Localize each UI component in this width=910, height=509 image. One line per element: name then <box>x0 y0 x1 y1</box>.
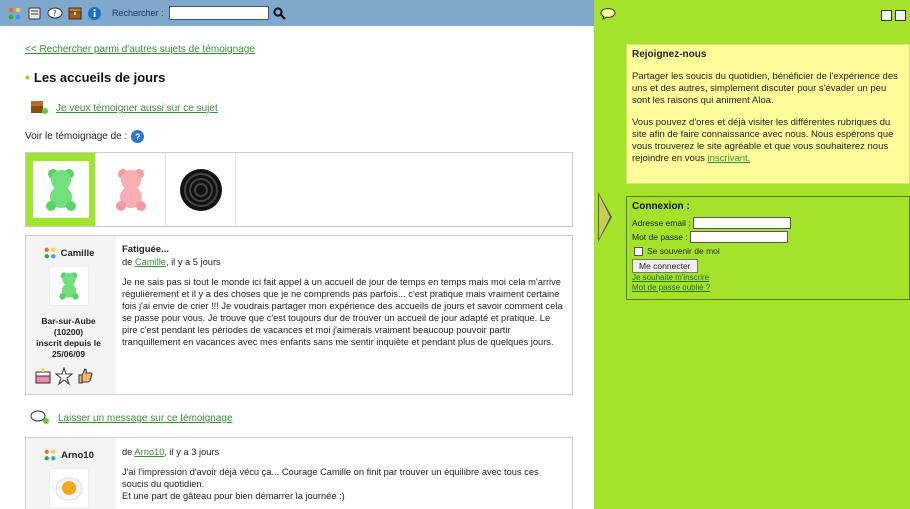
meta-time: , il y a 3 jours <box>164 447 220 457</box>
password-label: Mot de passe : <box>632 232 688 242</box>
meta-prefix: de <box>122 257 133 267</box>
bullet-icon: • <box>25 69 30 85</box>
fried-egg-icon <box>55 477 82 501</box>
testimony-picker <box>25 152 573 227</box>
magnifier-icon[interactable] <box>273 6 287 20</box>
avatar <box>48 468 89 508</box>
leave-message-row: Laisser un message sur ce témoignage <box>30 410 233 427</box>
login-title: Connexion : <box>632 201 690 212</box>
help-icon[interactable]: ? <box>131 130 145 143</box>
card-body: Fatiguée... de Camille, il y a 5 jours J… <box>116 236 572 394</box>
window-controls <box>881 10 906 21</box>
reply-card: Arno10 de Arno10, il y a 3 jours J'ai l'… <box>25 437 573 509</box>
collapse-arrow-icon[interactable] <box>598 192 612 242</box>
card-actions <box>34 366 94 388</box>
picker-green-bear[interactable] <box>26 153 96 226</box>
thumbs-up-icon[interactable] <box>76 367 94 388</box>
join-title: Rejoignez-nous <box>632 49 707 60</box>
card-author-panel: Arno10 <box>26 438 111 509</box>
chat-question-icon[interactable]: ? <box>46 5 63 22</box>
author-name-text: Arno10 <box>61 449 94 461</box>
picker-licorice[interactable] <box>166 153 236 226</box>
voir-label: Voir le témoignage de : <box>25 131 128 142</box>
join-panel: Rejoignez-nous Partager les soucis du qu… <box>626 44 910 184</box>
author-name-text: Camille <box>60 247 95 259</box>
join-paragraph-1: Partager les soucis du quotidien, bénéfi… <box>632 71 898 106</box>
cake-icon[interactable] <box>34 367 52 388</box>
email-row: Adresse email : <box>632 216 904 230</box>
top-toolbar: ? Rechercher : <box>0 0 594 26</box>
join-paragraph-2-text: Vous pouvez d'ores et déjà visiter les d… <box>632 117 894 164</box>
testimony-card: Camille Bar-sur-Aube (10200) inscrit dep… <box>25 235 573 395</box>
testimony-headline: Fatiguée... <box>122 244 169 255</box>
reply-text: J'ai l'impression d'avoir déjà vécu ça..… <box>122 467 539 489</box>
star-icon[interactable] <box>54 366 74 388</box>
pink-bear-icon <box>115 168 146 211</box>
book-icon[interactable] <box>26 5 43 22</box>
register-link[interactable]: Je souhaite m'inscrire <box>632 273 904 283</box>
reply-text-2: Et une part de gâteau pour bien démarrer… <box>122 491 345 501</box>
chest-add-icon <box>30 100 48 117</box>
forgot-password-link[interactable]: Mot de passe oublié ? <box>632 283 904 293</box>
green-bear-icon <box>45 168 76 211</box>
speech-bubble-icon[interactable] <box>600 8 616 23</box>
remember-label: Se souvenir de moi <box>647 246 720 256</box>
leave-message-link[interactable]: Laisser un message sur ce témoignage <box>58 413 233 424</box>
testify-link[interactable]: Je veux témoigner aussi sur ce sujet <box>56 103 218 114</box>
author-location: Bar-sur-Aube (10200) <box>41 316 96 337</box>
testimony-meta: de Camille, il y a 5 jours <box>122 256 566 268</box>
reply-meta: de Arno10, il y a 3 jours <box>122 446 566 458</box>
avatar <box>48 266 89 306</box>
login-panel: Connexion : Adresse email : Mot de passe… <box>626 196 910 300</box>
licorice-icon <box>179 168 222 211</box>
author-link[interactable]: Camille <box>135 257 166 267</box>
picker-pink-bear[interactable] <box>96 153 166 226</box>
speech-bubble-add-icon <box>30 410 50 427</box>
chest-icon[interactable] <box>66 5 83 22</box>
card-body: de Arno10, il y a 3 jours J'ai l'impress… <box>116 438 572 509</box>
voir-row: Voir le témoignage de : ? <box>25 130 145 143</box>
page: ? Rechercher : << Rechercher parmi d'aut… <box>0 0 910 509</box>
back-to-topics-link[interactable]: << Rechercher parmi d'autres sujets de t… <box>25 44 255 55</box>
page-title: • Les accueils de jours <box>25 69 165 85</box>
author-link[interactable]: Arno10 <box>134 447 164 457</box>
pawprint-icon <box>44 247 56 259</box>
email-field[interactable] <box>692 217 791 229</box>
join-paragraph-2: Vous pouvez d'ores et déjà visiter les d… <box>632 117 904 165</box>
author-name[interactable]: Camille <box>26 246 111 260</box>
pawprint-icon <box>44 449 56 461</box>
remember-row: Se souvenir de moi <box>634 246 904 256</box>
author-since: inscrit depuis le 25/06/09 <box>36 338 101 359</box>
search-label: Rechercher : <box>112 8 164 18</box>
search-input[interactable] <box>168 6 269 20</box>
svg-text:?: ? <box>52 9 56 18</box>
connect-button[interactable]: Me connecter <box>632 259 698 273</box>
password-row: Mot de passe : <box>632 230 904 244</box>
page-title-text: Les accueils de jours <box>33 70 166 85</box>
testify-row: Je veux témoigner aussi sur ce sujet <box>30 100 218 117</box>
minimize-icon[interactable] <box>881 10 892 21</box>
testimony-text: Je ne sais pas si tout le monde ici fait… <box>122 277 563 347</box>
main-content: << Rechercher parmi d'autres sujets de t… <box>0 26 594 509</box>
email-label: Adresse email : <box>632 218 691 228</box>
register-inline-link[interactable]: inscrivant. <box>708 153 751 164</box>
maximize-icon[interactable] <box>895 10 906 21</box>
card-author-panel: Camille Bar-sur-Aube (10200) inscrit dep… <box>26 236 111 394</box>
info-icon[interactable] <box>86 5 103 22</box>
author-name[interactable]: Arno10 <box>26 448 111 462</box>
pawprint-icon[interactable] <box>6 5 23 22</box>
meta-prefix: de <box>122 447 133 457</box>
meta-time: , il y a 5 jours <box>165 257 221 267</box>
remember-checkbox[interactable] <box>634 246 643 256</box>
password-field[interactable] <box>689 231 788 243</box>
